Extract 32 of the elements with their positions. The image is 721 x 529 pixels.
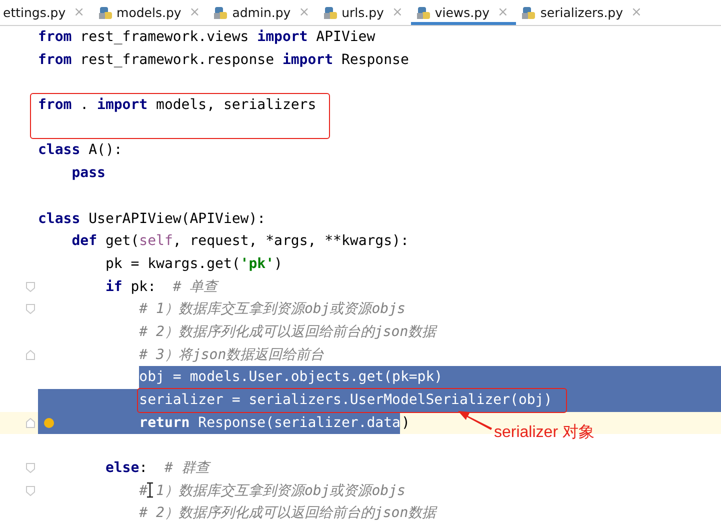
- file-tab[interactable]: views.py ×: [410, 0, 516, 25]
- code-line: pk = kwargs.get('pk'): [105, 254, 282, 274]
- file-tab[interactable]: ettings.py ×: [0, 0, 93, 25]
- code-line: if pk: # 单查: [105, 278, 218, 297]
- code-line: serializer = serializers.UserModelSerializer(obj): [139, 391, 552, 410]
- file-tab[interactable]: urls.py ×: [318, 0, 411, 25]
- code-line: pass: [72, 164, 106, 184]
- tab-label: ettings.py: [3, 5, 66, 20]
- code-line: def get(self, request, *args, **kwargs):: [72, 232, 409, 252]
- code-line: # 1）数据库交互拿到资源obj或资源objs: [139, 482, 406, 501]
- code-line: class A():: [38, 141, 122, 160]
- tab-label: urls.py: [342, 5, 384, 20]
- code-line: from rest_framework.views import APIView: [38, 28, 376, 47]
- bracket-text: ): [401, 414, 410, 433]
- code-line: # 1）数据库交互拿到资源obj或资源objs: [139, 300, 406, 320]
- file-tab[interactable]: admin.py ×: [208, 0, 318, 25]
- code-line: from . import models, serializers: [38, 96, 316, 116]
- code-line: return Response(serializer.data: [139, 414, 400, 433]
- code-line: # 2）数据序列化成可以返回给前台的json数据: [139, 504, 436, 524]
- tab-label: admin.py: [232, 5, 291, 20]
- tab-label: serializers.py: [540, 5, 624, 20]
- code-line: # 2）数据序列化成可以返回给前台的json数据: [139, 322, 436, 342]
- file-tab[interactable]: serializers.py ×: [516, 0, 650, 25]
- code-line: obj = models.User.objects.get(pk=pk): [139, 368, 443, 388]
- code-line: from rest_framework.response import Response: [38, 50, 409, 70]
- tab-label: models.py: [116, 5, 182, 20]
- code-line: else: # 群查: [105, 459, 210, 478]
- code-line: class UserAPIView(APIView):: [38, 210, 266, 228]
- tab-label: views.py: [434, 5, 490, 20]
- file-tab[interactable]: models.py ×: [92, 0, 208, 25]
- annotation-text: serializer 对象: [494, 422, 594, 443]
- code-line: # 3）将json数据返回给前台: [139, 346, 324, 365]
